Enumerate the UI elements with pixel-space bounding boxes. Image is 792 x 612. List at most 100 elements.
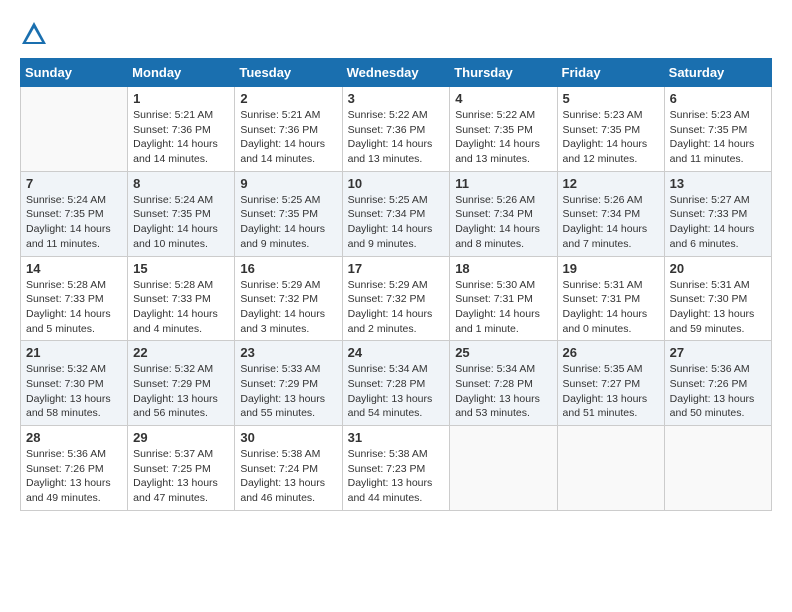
calendar-cell: 7 Sunrise: 5:24 AMSunset: 7:35 PMDaylight… xyxy=(21,171,128,256)
calendar-cell: 23Sunrise: 5:33 AMSunset: 7:29 PMDayligh… xyxy=(235,341,342,426)
calendar-cell: 16 Sunrise: 5:29 AMSunset: 7:32 PMDayligh… xyxy=(235,256,342,341)
day-number: 24 xyxy=(348,345,445,360)
calendar-cell: 22 Sunrise: 5:32 AMSunset: 7:29 PMDayligh… xyxy=(128,341,235,426)
logo xyxy=(20,20,52,48)
calendar-cell: 11 Sunrise: 5:26 AMSunset: 7:34 PMDayligh… xyxy=(450,171,557,256)
cell-info: Sunrise: 5:36 AMSunset: 7:26 PMDaylight:… xyxy=(670,362,766,421)
calendar-cell: 29 Sunrise: 5:37 AMSunset: 7:25 PMDayligh… xyxy=(128,426,235,511)
day-number: 19 xyxy=(563,261,659,276)
cell-info: Sunrise: 5:29 AMSunset: 7:32 PMDaylight:… xyxy=(240,278,336,337)
cell-info: Sunrise: 5:26 AMSunset: 7:34 PMDaylight:… xyxy=(563,193,659,252)
calendar-cell: 14Sunrise: 5:28 AMSunset: 7:33 PMDayligh… xyxy=(21,256,128,341)
cell-info: Sunrise: 5:31 AMSunset: 7:31 PMDaylight:… xyxy=(563,278,659,337)
calendar-cell: 3 Sunrise: 5:22 AMSunset: 7:36 PMDaylight… xyxy=(342,87,450,172)
cell-info: Sunrise: 5:34 AMSunset: 7:28 PMDaylight:… xyxy=(348,362,445,421)
day-number: 27 xyxy=(670,345,766,360)
day-of-week-header: Friday xyxy=(557,59,664,87)
cell-info: Sunrise: 5:29 AMSunset: 7:32 PMDaylight:… xyxy=(348,278,445,337)
calendar-week-row: 7 Sunrise: 5:24 AMSunset: 7:35 PMDaylight… xyxy=(21,171,772,256)
cell-info: Sunrise: 5:23 AMSunset: 7:35 PMDaylight:… xyxy=(670,108,766,167)
day-of-week-header: Thursday xyxy=(450,59,557,87)
calendar-cell: 27 Sunrise: 5:36 AMSunset: 7:26 PMDayligh… xyxy=(664,341,771,426)
page-header xyxy=(20,20,772,48)
calendar-cell xyxy=(557,426,664,511)
calendar-cell: 5 Sunrise: 5:23 AMSunset: 7:35 PMDaylight… xyxy=(557,87,664,172)
cell-info: Sunrise: 5:32 AMSunset: 7:30 PMDaylight:… xyxy=(26,362,122,421)
calendar-cell: 10 Sunrise: 5:25 AMSunset: 7:34 PMDayligh… xyxy=(342,171,450,256)
day-number: 22 xyxy=(133,345,229,360)
day-number: 18 xyxy=(455,261,551,276)
calendar-cell: 6 Sunrise: 5:23 AMSunset: 7:35 PMDaylight… xyxy=(664,87,771,172)
day-number: 2 xyxy=(240,91,336,106)
day-number: 21 xyxy=(26,345,122,360)
calendar-cell xyxy=(21,87,128,172)
day-number: 31 xyxy=(348,430,445,445)
calendar-cell: 26 Sunrise: 5:35 AMSunset: 7:27 PMDayligh… xyxy=(557,341,664,426)
cell-info: Sunrise: 5:21 AMSunset: 7:36 PMDaylight:… xyxy=(133,108,229,167)
cell-info: Sunrise: 5:25 AMSunset: 7:35 PMDaylight:… xyxy=(240,193,336,252)
day-number: 4 xyxy=(455,91,551,106)
calendar-table: SundayMondayTuesdayWednesdayThursdayFrid… xyxy=(20,58,772,511)
day-of-week-header: Sunday xyxy=(21,59,128,87)
cell-info: Sunrise: 5:33 AMSunset: 7:29 PMDaylight:… xyxy=(240,362,336,421)
cell-info: Sunrise: 5:34 AMSunset: 7:28 PMDaylight:… xyxy=(455,362,551,421)
logo-icon xyxy=(20,20,48,48)
day-number: 5 xyxy=(563,91,659,106)
day-number: 1 xyxy=(133,91,229,106)
day-of-week-header: Monday xyxy=(128,59,235,87)
header-row: SundayMondayTuesdayWednesdayThursdayFrid… xyxy=(21,59,772,87)
day-number: 25 xyxy=(455,345,551,360)
cell-info: Sunrise: 5:22 AMSunset: 7:36 PMDaylight:… xyxy=(348,108,445,167)
cell-info: Sunrise: 5:26 AMSunset: 7:34 PMDaylight:… xyxy=(455,193,551,252)
calendar-cell: 8Sunrise: 5:24 AMSunset: 7:35 PMDaylight… xyxy=(128,171,235,256)
day-number: 8 xyxy=(133,176,229,191)
day-number: 11 xyxy=(455,176,551,191)
day-number: 30 xyxy=(240,430,336,445)
day-number: 29 xyxy=(133,430,229,445)
calendar-header: SundayMondayTuesdayWednesdayThursdayFrid… xyxy=(21,59,772,87)
day-number: 10 xyxy=(348,176,445,191)
calendar-cell: 1 Sunrise: 5:21 AMSunset: 7:36 PMDaylight… xyxy=(128,87,235,172)
cell-info: Sunrise: 5:28 AMSunset: 7:33 PMDaylight:… xyxy=(133,278,229,337)
calendar-cell: 25 Sunrise: 5:34 AMSunset: 7:28 PMDayligh… xyxy=(450,341,557,426)
day-number: 17 xyxy=(348,261,445,276)
cell-info: Sunrise: 5:37 AMSunset: 7:25 PMDaylight:… xyxy=(133,447,229,506)
calendar-cell: 12 Sunrise: 5:26 AMSunset: 7:34 PMDayligh… xyxy=(557,171,664,256)
cell-info: Sunrise: 5:27 AMSunset: 7:33 PMDaylight:… xyxy=(670,193,766,252)
cell-info: Sunrise: 5:30 AMSunset: 7:31 PMDaylight:… xyxy=(455,278,551,337)
day-of-week-header: Saturday xyxy=(664,59,771,87)
calendar-cell xyxy=(450,426,557,511)
day-of-week-header: Tuesday xyxy=(235,59,342,87)
calendar-cell: 30 Sunrise: 5:38 AMSunset: 7:24 PMDayligh… xyxy=(235,426,342,511)
calendar-cell: 31 Sunrise: 5:38 AMSunset: 7:23 PMDayligh… xyxy=(342,426,450,511)
calendar-cell: 13Sunrise: 5:27 AMSunset: 7:33 PMDayligh… xyxy=(664,171,771,256)
day-number: 12 xyxy=(563,176,659,191)
calendar-cell: 17 Sunrise: 5:29 AMSunset: 7:32 PMDayligh… xyxy=(342,256,450,341)
cell-info: Sunrise: 5:22 AMSunset: 7:35 PMDaylight:… xyxy=(455,108,551,167)
day-number: 15 xyxy=(133,261,229,276)
calendar-week-row: 1 Sunrise: 5:21 AMSunset: 7:36 PMDaylight… xyxy=(21,87,772,172)
calendar-week-row: 21 Sunrise: 5:32 AMSunset: 7:30 PMDayligh… xyxy=(21,341,772,426)
cell-info: Sunrise: 5:36 AMSunset: 7:26 PMDaylight:… xyxy=(26,447,122,506)
calendar-cell: 21 Sunrise: 5:32 AMSunset: 7:30 PMDayligh… xyxy=(21,341,128,426)
cell-info: Sunrise: 5:38 AMSunset: 7:24 PMDaylight:… xyxy=(240,447,336,506)
cell-info: Sunrise: 5:23 AMSunset: 7:35 PMDaylight:… xyxy=(563,108,659,167)
cell-info: Sunrise: 5:38 AMSunset: 7:23 PMDaylight:… xyxy=(348,447,445,506)
day-number: 3 xyxy=(348,91,445,106)
day-number: 16 xyxy=(240,261,336,276)
calendar-cell: 9Sunrise: 5:25 AMSunset: 7:35 PMDaylight… xyxy=(235,171,342,256)
day-number: 20 xyxy=(670,261,766,276)
cell-info: Sunrise: 5:24 AMSunset: 7:35 PMDaylight:… xyxy=(26,193,122,252)
cell-info: Sunrise: 5:32 AMSunset: 7:29 PMDaylight:… xyxy=(133,362,229,421)
day-number: 26 xyxy=(563,345,659,360)
day-number: 28 xyxy=(26,430,122,445)
cell-info: Sunrise: 5:31 AMSunset: 7:30 PMDaylight:… xyxy=(670,278,766,337)
calendar-cell: 18 Sunrise: 5:30 AMSunset: 7:31 PMDayligh… xyxy=(450,256,557,341)
calendar-cell: 20 Sunrise: 5:31 AMSunset: 7:30 PMDayligh… xyxy=(664,256,771,341)
cell-info: Sunrise: 5:35 AMSunset: 7:27 PMDaylight:… xyxy=(563,362,659,421)
cell-info: Sunrise: 5:25 AMSunset: 7:34 PMDaylight:… xyxy=(348,193,445,252)
day-number: 7 xyxy=(26,176,122,191)
calendar-cell: 2Sunrise: 5:21 AMSunset: 7:36 PMDaylight… xyxy=(235,87,342,172)
calendar-cell: 28 Sunrise: 5:36 AMSunset: 7:26 PMDayligh… xyxy=(21,426,128,511)
day-number: 6 xyxy=(670,91,766,106)
